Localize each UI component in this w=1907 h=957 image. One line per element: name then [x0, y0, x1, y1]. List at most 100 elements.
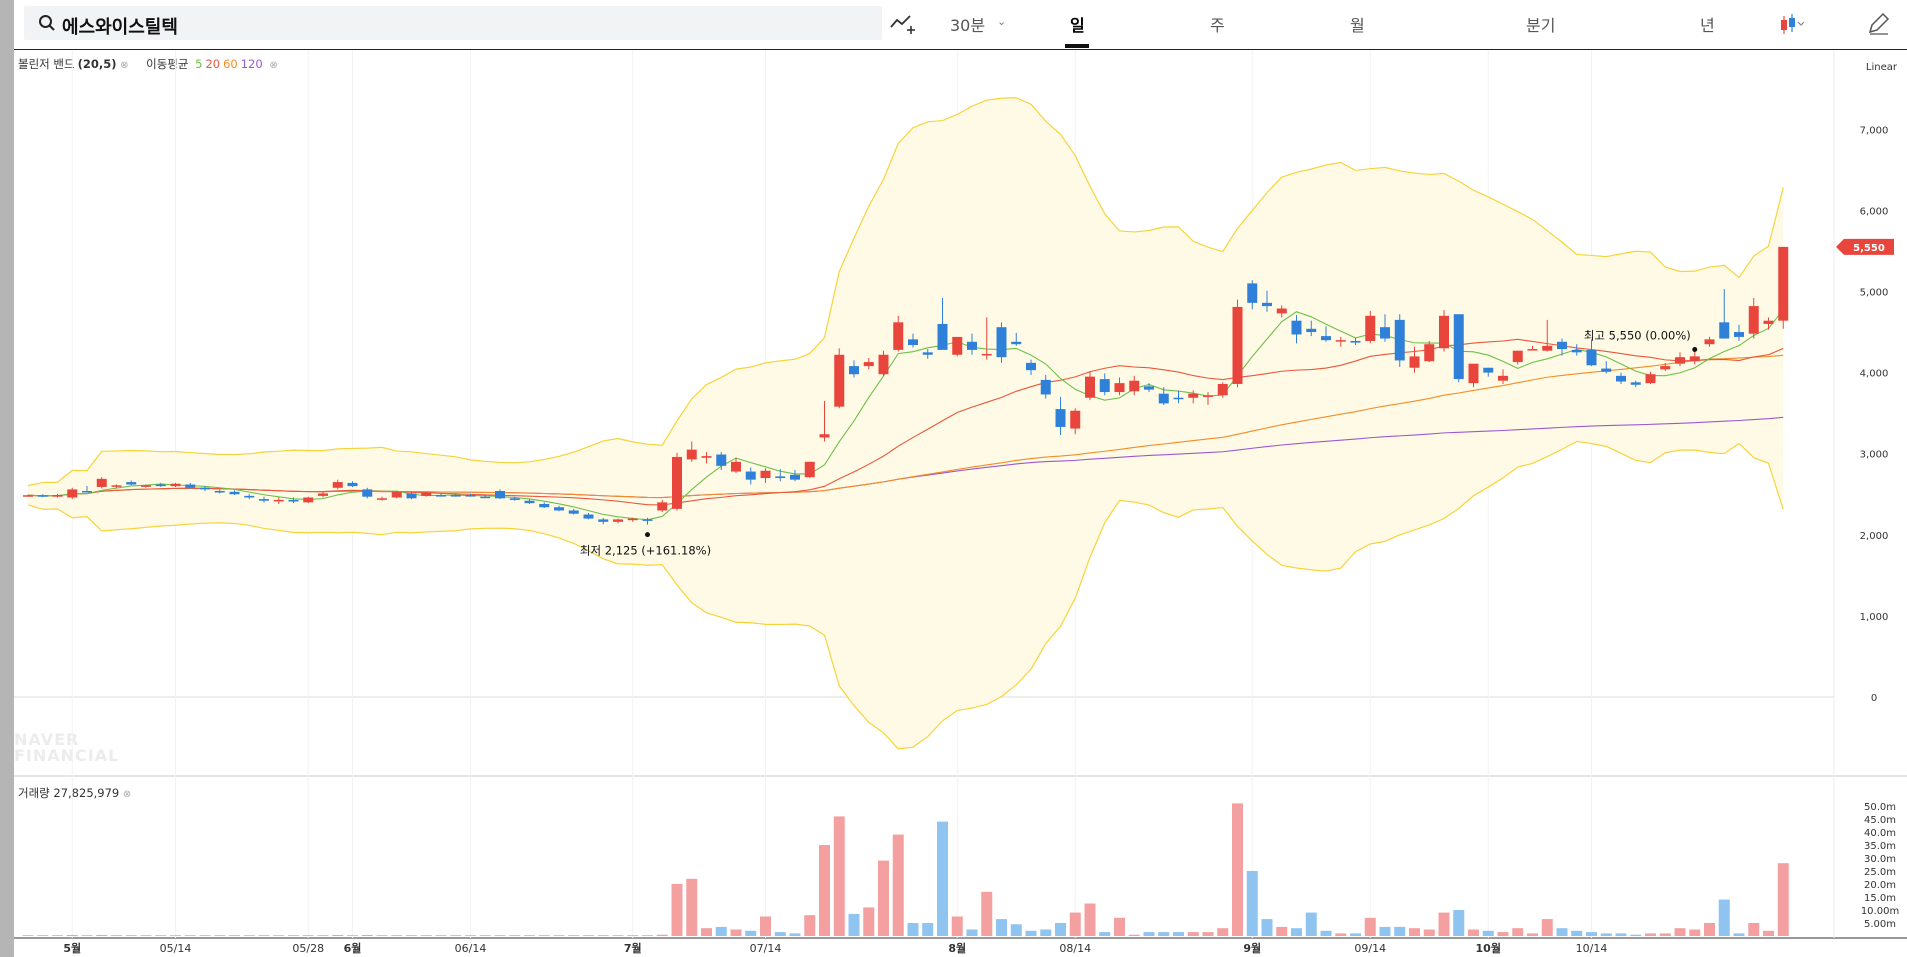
y-tick-label: 4,000	[1860, 369, 1889, 380]
candle-body	[52, 495, 63, 497]
volume-bar	[819, 845, 830, 936]
candle-body	[377, 498, 387, 500]
volume-bar	[1527, 933, 1538, 936]
volume-bar	[656, 934, 668, 936]
volume-bar	[391, 935, 403, 936]
volume-bar	[1261, 919, 1273, 936]
volume-bar	[258, 935, 270, 936]
volume-bar	[730, 929, 742, 936]
volume-bar	[1099, 932, 1111, 936]
volume-bar	[1114, 917, 1125, 936]
y-tick-label: 5,000	[1860, 288, 1889, 299]
candle-body	[244, 495, 255, 498]
candle-body	[82, 491, 92, 493]
candle-body	[1439, 315, 1449, 349]
candle-body	[126, 482, 137, 485]
volume-bar	[1512, 928, 1524, 936]
volume-bar	[686, 878, 698, 936]
volume-bar	[1246, 871, 1258, 936]
volume-bar	[81, 935, 93, 936]
volume-bar	[627, 935, 639, 936]
candle-body	[1453, 314, 1464, 380]
volume-bar	[1438, 912, 1450, 936]
candle-body	[1675, 357, 1685, 364]
volume-bar	[1659, 933, 1671, 936]
volume-bar	[332, 934, 344, 936]
candle-body	[303, 497, 314, 503]
volume-bar	[1423, 929, 1435, 936]
volume-bar	[509, 935, 521, 936]
candle-body	[465, 495, 476, 497]
volume-bar	[553, 935, 565, 936]
volume-bar	[1497, 932, 1509, 936]
candle-body	[731, 461, 741, 472]
price-chart[interactable]: 5월 05/14 05/28 6월 06/14 7월 07/14 8월 08/14 9월 09/14…	[14, 0, 1907, 957]
candle-body	[1468, 363, 1479, 384]
volume-bar	[597, 935, 609, 936]
volume-bar	[1718, 899, 1730, 936]
volume-bar	[1305, 912, 1317, 936]
high-annotation: 최고 5,550 (0.00%)	[1584, 329, 1691, 343]
volume-bar	[789, 933, 801, 936]
x-tick-label: 9월	[1243, 941, 1261, 955]
candle-body	[613, 519, 623, 522]
volume-bar	[1615, 933, 1627, 936]
volume-tick-label: 15.0m	[1864, 893, 1896, 904]
candle-body	[170, 483, 181, 487]
volume-bar	[671, 884, 683, 936]
volume-bar	[96, 934, 108, 936]
candle-body	[1306, 328, 1317, 333]
volume-bar	[214, 935, 226, 936]
candle-body	[111, 485, 122, 487]
candle-body	[480, 496, 491, 499]
volume-bar	[1350, 933, 1361, 936]
candle-body	[701, 456, 712, 458]
volume-bar	[1571, 930, 1583, 936]
candle-body	[1158, 393, 1169, 404]
volume-bar	[1173, 932, 1184, 936]
volume-bar	[22, 935, 34, 936]
volume-tick-label: 45.0m	[1864, 815, 1896, 826]
volume-bar	[568, 935, 580, 936]
volume-bar	[125, 935, 137, 936]
candle-body	[421, 492, 432, 496]
volume-bar	[1556, 928, 1568, 936]
volume-bar	[1379, 926, 1391, 936]
candle-body	[893, 322, 904, 350]
candle-body	[347, 482, 358, 487]
volume-bar	[1704, 923, 1715, 936]
candle-body	[1689, 356, 1700, 362]
volume-bar	[981, 891, 993, 936]
volume-bar	[1586, 932, 1597, 936]
candle-body	[1335, 340, 1346, 342]
volume-bar	[37, 935, 49, 936]
bollinger-band-fill	[28, 97, 1784, 749]
volume-bar	[1630, 934, 1642, 936]
candle-body	[642, 519, 653, 521]
candle-body	[1660, 366, 1671, 370]
volume-bar	[288, 935, 299, 936]
y-tick-label: 0	[1871, 693, 1877, 704]
x-tick-label: 05/14	[160, 942, 192, 955]
volume-bar	[996, 919, 1007, 936]
candle-body	[952, 336, 963, 355]
volume-bar	[1276, 926, 1288, 936]
candle-body	[1350, 340, 1361, 343]
volume-bar	[1084, 903, 1096, 936]
x-tick-label: 06/14	[455, 942, 487, 955]
high-marker	[1692, 347, 1698, 353]
volume-tick-label: 25.0m	[1864, 867, 1896, 878]
volume-bar	[52, 935, 63, 936]
volume-bar	[1069, 912, 1081, 936]
candle-body	[509, 498, 520, 500]
x-tick-label: 10월	[1476, 941, 1501, 955]
candle-body	[967, 341, 977, 350]
x-tick-label: 10/14	[1576, 942, 1608, 955]
volume-bar	[170, 935, 181, 936]
volume-bar	[450, 935, 462, 936]
volume-tick-label: 20.0m	[1864, 880, 1896, 891]
volume-bar	[361, 934, 373, 936]
volume-bar	[111, 935, 122, 936]
candle-body	[790, 474, 800, 480]
volume-bar	[715, 926, 727, 936]
